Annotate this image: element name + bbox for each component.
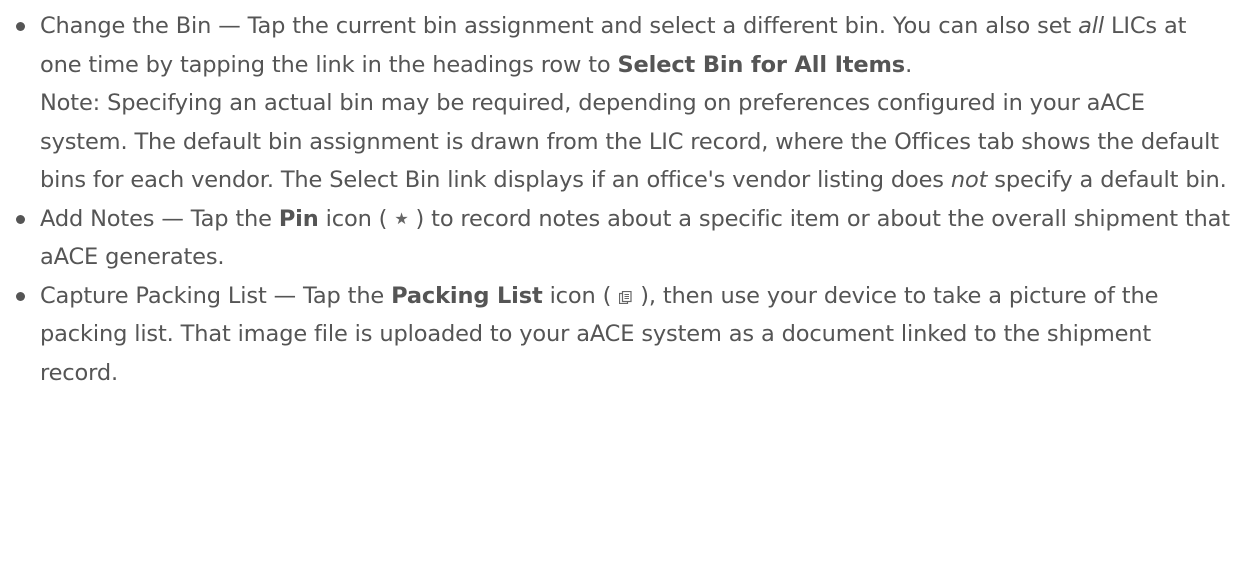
item-lead: Change the Bin — [40, 13, 212, 39]
item-dash: — — [211, 13, 248, 39]
list-item-capture-packing-list: Capture Packing List — Tap the Packing L… — [0, 277, 1250, 393]
list-item-add-notes: Add Notes — Tap the Pin icon (★) to reco… — [0, 200, 1250, 277]
item-dash: — — [266, 282, 303, 309]
item-lead: Add Notes — [40, 205, 155, 232]
list-item-change-bin: Change the Bin — Tap the current bin ass… — [0, 7, 1250, 200]
item-text: Tap the — [303, 282, 392, 309]
packing-list-icon — [619, 290, 632, 304]
item-lead: Capture Packing List — [40, 282, 267, 309]
packing-list-label: Packing List — [391, 282, 543, 309]
item-text: Tap the current bin assignment and selec… — [247, 13, 1079, 39]
note-text-end: specify a default bin. — [987, 167, 1227, 193]
item-text: icon ( — [542, 282, 612, 309]
item-text: icon ( — [318, 205, 388, 232]
emphasis-not: not — [950, 167, 988, 193]
pin-icon: ★ — [394, 208, 409, 228]
bullet-dot — [16, 214, 25, 224]
item-dash: — — [154, 205, 191, 232]
bullet-list: Change the Bin — Tap the current bin ass… — [0, 7, 1250, 392]
pin-label: Pin — [278, 205, 319, 232]
emphasis-all: all — [1078, 13, 1104, 39]
item-text: . — [905, 51, 913, 78]
document-body: Change the Bin — Tap the current bin ass… — [0, 0, 1250, 575]
bullet-dot — [16, 291, 25, 301]
bullet-dot — [16, 22, 25, 31]
select-bin-for-all-label: Select Bin for All Items — [617, 51, 906, 78]
item-text: Tap the — [190, 205, 279, 232]
